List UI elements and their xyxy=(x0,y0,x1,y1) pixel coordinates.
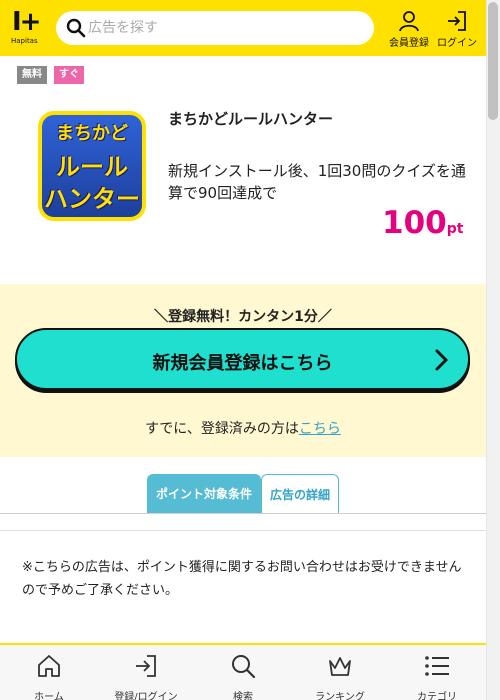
login-icon xyxy=(136,655,156,677)
points-value: 100 xyxy=(382,205,447,241)
nav-ranking[interactable]: ランキング xyxy=(300,651,380,700)
register-cta-button[interactable]: 新規会員登録はこちら xyxy=(15,328,470,390)
app-icon-text-2: ルール xyxy=(56,153,128,181)
login-label: ログイン xyxy=(437,38,477,49)
already-registered-link[interactable]: こちら xyxy=(299,421,341,437)
app-icon-text-3: ハンター xyxy=(44,185,140,213)
register-button[interactable]: 会員登録 xyxy=(386,8,432,49)
app-title: まちかどルールハンター xyxy=(168,110,334,128)
chevron-right-icon xyxy=(435,349,448,371)
search-box[interactable] xyxy=(56,11,374,45)
tab-point-conditions[interactable]: ポイント対象条件 xyxy=(147,474,261,514)
nav-ranking-label: ランキング xyxy=(315,692,365,700)
section-divider xyxy=(0,530,486,531)
search-icon xyxy=(66,18,86,38)
user-icon xyxy=(399,11,419,32)
list-icon xyxy=(425,656,449,676)
app-icon-text-1: まちかど xyxy=(56,123,128,144)
already-registered-text: すでに、登録済みの方は xyxy=(145,421,299,437)
points-unit: pt xyxy=(446,221,464,237)
free-tag: 無料 xyxy=(17,66,47,84)
app-icon: まちかど ルール ハンター xyxy=(38,111,146,221)
crown-icon xyxy=(329,657,351,676)
nav-category-label: カテゴリ xyxy=(417,692,457,700)
login-button[interactable]: ログイン xyxy=(434,8,480,49)
points-reward: 100pt xyxy=(382,205,463,241)
registration-catchphrase: ＼登録無料！カンタン1分／ xyxy=(154,309,332,325)
nav-home-label: ホーム xyxy=(34,692,64,700)
tabs-divider xyxy=(0,513,486,514)
bottom-navigation: ホーム 登録/ログイン 検索 ランキング カテゴリ xyxy=(0,643,486,700)
hapitas-logo[interactable]: I+ Hapitas xyxy=(10,8,46,48)
instant-tag: すぐ xyxy=(54,66,84,84)
logo-mark: I+ xyxy=(12,7,42,37)
register-cta-label: 新規会員登録はこちら xyxy=(152,353,333,374)
tab-ad-details[interactable]: 広告の詳細 xyxy=(261,474,339,514)
scrollbar-thumb[interactable] xyxy=(488,2,498,120)
login-icon xyxy=(448,11,466,31)
already-registered: すでに、登録済みの方はこちら xyxy=(0,418,486,438)
header-bar: I+ Hapitas 会員登録 ログイン xyxy=(0,0,486,56)
nav-home[interactable]: ホーム xyxy=(9,651,89,700)
search-input[interactable] xyxy=(88,17,358,39)
app-description: 新規インストール後、1回30問のクイズを通算で90回達成で xyxy=(168,162,466,202)
nav-search[interactable]: 検索 xyxy=(203,651,283,700)
home-icon xyxy=(38,655,60,677)
nav-login-label: 登録/ログイン xyxy=(114,692,178,700)
notice-text: ※こちらの広告は、ポイント獲得に関するお問い合わせはお受けできませんので予めご了… xyxy=(22,560,462,598)
logo-wordmark: Hapitas xyxy=(11,37,38,45)
nav-search-label: 検索 xyxy=(233,692,253,700)
search-icon xyxy=(232,655,256,679)
nav-login[interactable]: 登録/ログイン xyxy=(106,651,186,700)
nav-category[interactable]: カテゴリ xyxy=(397,651,477,700)
